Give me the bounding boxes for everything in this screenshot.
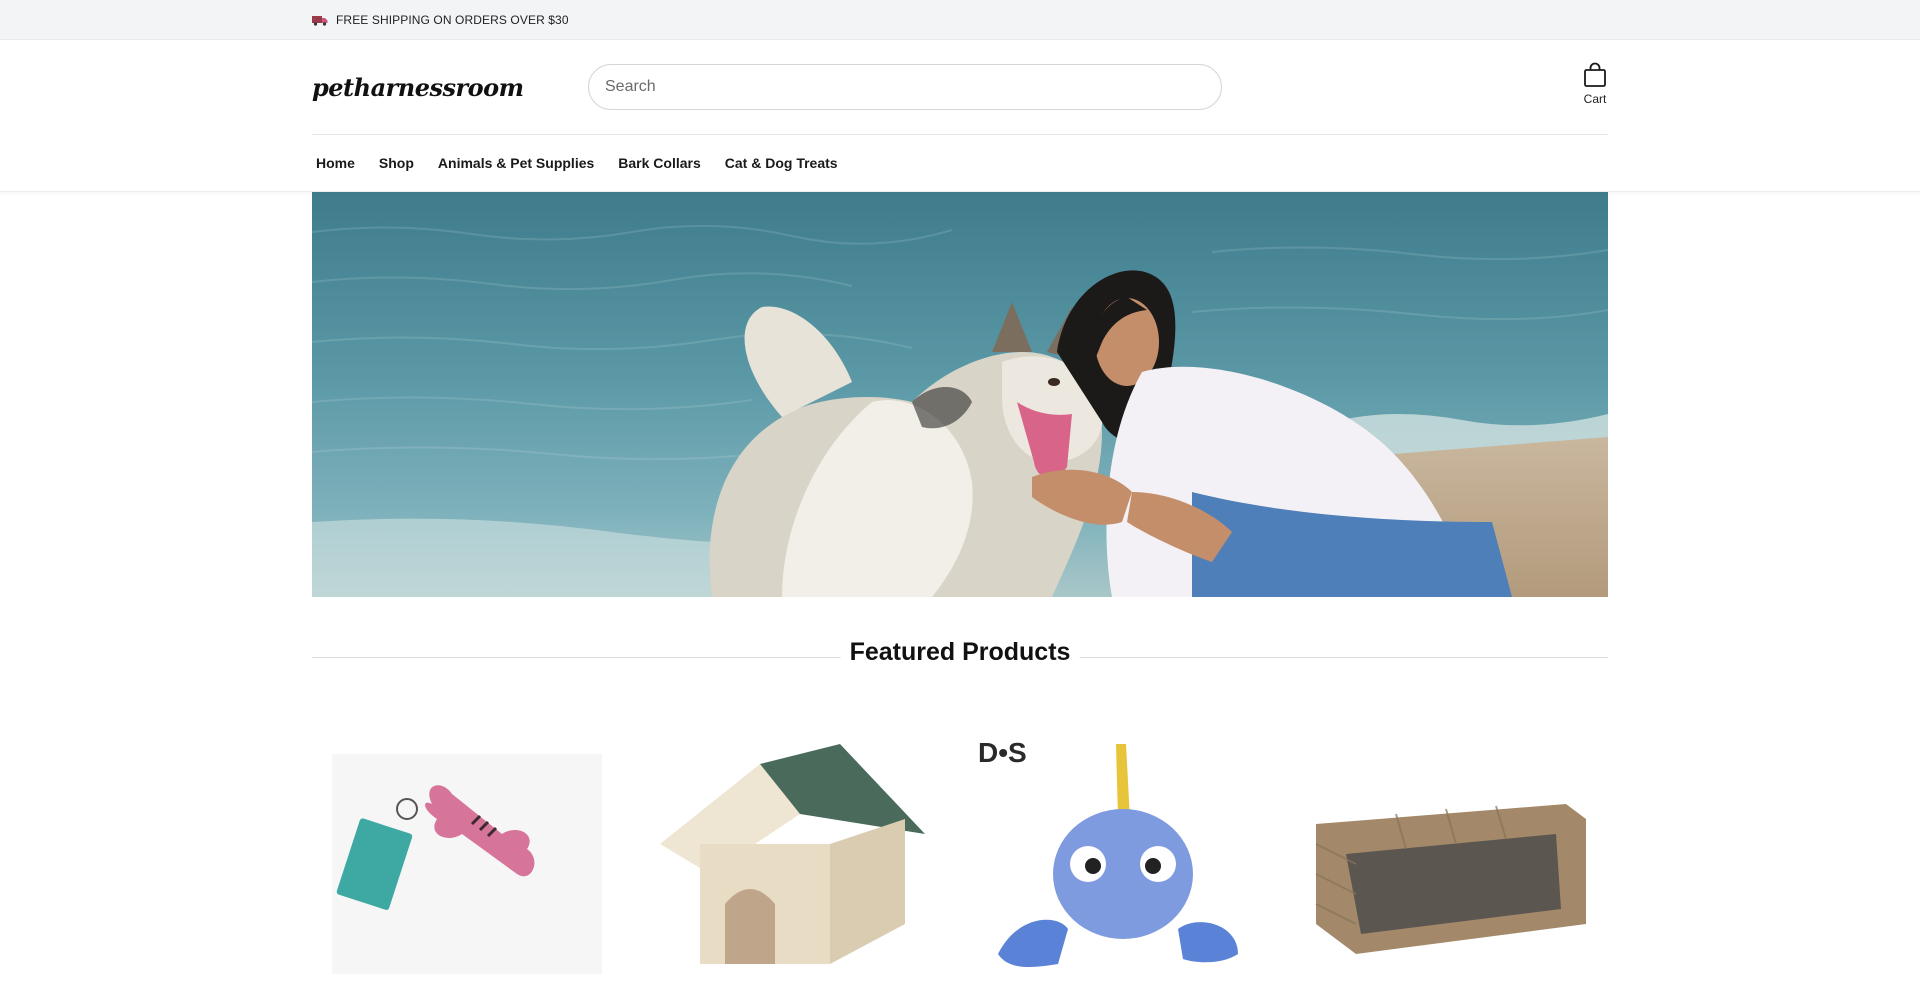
announcement-bar: FREE SHIPPING ON ORDERS OVER $30: [0, 0, 1920, 40]
product-card[interactable]: [640, 724, 950, 984]
product-grid: D•S: [312, 724, 1608, 984]
section-title: Featured Products: [840, 638, 1080, 667]
site-logo[interactable]: petharnessroom: [312, 73, 588, 102]
search-input[interactable]: Search: [588, 64, 1222, 110]
truck-icon: [312, 16, 328, 26]
hero-image: [312, 192, 1608, 597]
product-image-dog-house: [660, 744, 925, 964]
product-image-fish-toy: D•S: [978, 737, 1238, 967]
hero-banner[interactable]: [312, 192, 1608, 597]
search-placeholder: Search: [605, 78, 656, 95]
nav-item-home[interactable]: Home: [316, 155, 355, 171]
nav-item-cat-dog-treats[interactable]: Cat & Dog Treats: [725, 155, 838, 171]
site-header: petharnessroom Search Cart: [312, 40, 1608, 135]
nav-item-bark-collars[interactable]: Bark Collars: [618, 155, 700, 171]
announcement-text: FREE SHIPPING ON ORDERS OVER $30: [336, 13, 569, 27]
cart-button[interactable]: Cart: [1582, 62, 1608, 106]
product-image-bone-toy: [332, 754, 602, 974]
nav-item-shop[interactable]: Shop: [379, 155, 414, 171]
product-image-wicker-bed: [1315, 804, 1586, 954]
shopping-bag-icon: [1584, 62, 1606, 87]
main-nav: Home Shop Animals & Pet Supplies Bark Co…: [312, 135, 1608, 191]
cart-label: Cart: [1583, 92, 1607, 106]
product-card[interactable]: [1296, 724, 1606, 984]
product-card[interactable]: [312, 724, 622, 984]
product-card[interactable]: D•S: [968, 724, 1278, 984]
featured-products-heading: Featured Products: [312, 626, 1608, 688]
nav-item-animals-pet-supplies[interactable]: Animals & Pet Supplies: [438, 155, 594, 171]
brand-mark: D•S: [978, 737, 1027, 768]
